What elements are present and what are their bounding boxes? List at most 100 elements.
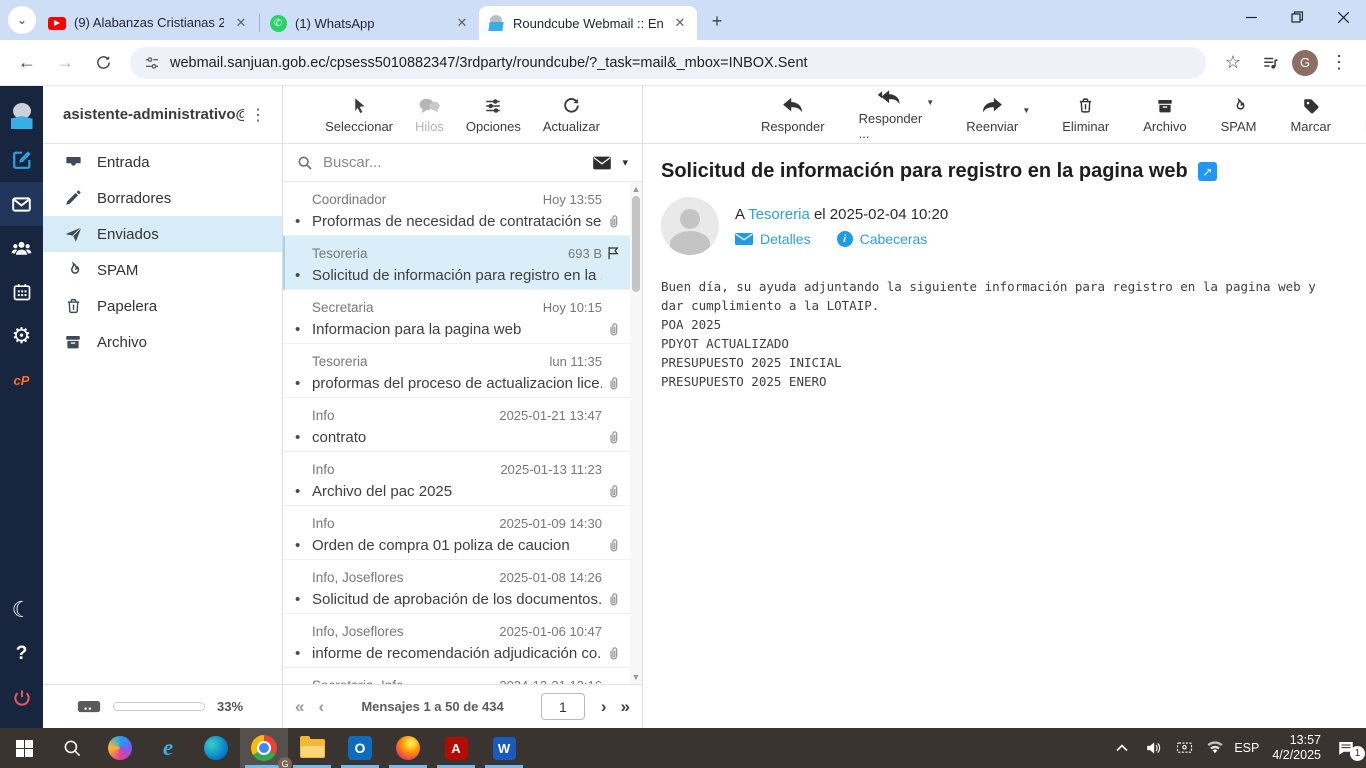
scrollbar-thumb[interactable] <box>632 196 640 292</box>
word-button[interactable]: W <box>480 728 528 768</box>
language-indicator[interactable]: ESP <box>1234 741 1259 755</box>
message-row[interactable]: Tesoreria lun 11:35 • proformas del proc… <box>283 344 630 398</box>
tab-whatsapp[interactable]: ✆ (1) WhatsApp ✕ <box>261 6 479 40</box>
page-number-input[interactable]: 1 <box>541 693 585 720</box>
quota-bar <box>113 702 205 711</box>
tab-youtube[interactable]: (9) Alabanzas Cristianas 2025 🙏 ✕ <box>40 6 258 40</box>
logout-button[interactable] <box>0 676 43 720</box>
refresh-button[interactable]: Actualizar <box>543 96 600 134</box>
message-row[interactable]: Coordinador Hoy 13:55 • Proformas de nec… <box>283 182 630 236</box>
tray-expand-icon[interactable] <box>1110 744 1134 752</box>
firefox-button[interactable] <box>384 728 432 768</box>
attachment-icon <box>602 591 624 608</box>
reload-button[interactable] <box>86 46 120 80</box>
site-settings-icon[interactable] <box>144 55 160 71</box>
tab-roundcube-active[interactable]: Roundcube Webmail :: Enviados ✕ <box>479 6 697 40</box>
compose-button[interactable] <box>0 138 43 182</box>
forward-button[interactable]: → <box>48 46 82 80</box>
message-row[interactable]: Tesoreria 693 B • Solicitud de informaci… <box>283 236 630 290</box>
open-in-new-window-icon[interactable]: ↗ <box>1198 162 1217 181</box>
restore-button[interactable] <box>1274 0 1320 34</box>
message-sender: Secretaria <box>295 300 543 315</box>
folder-entrada[interactable]: Entrada <box>43 144 282 180</box>
select-button[interactable]: Seleccionar <box>325 96 393 134</box>
folder-archivo[interactable]: Archivo <box>43 324 282 360</box>
cpanel-icon[interactable]: cP <box>0 358 43 402</box>
roundcube-logo[interactable] <box>0 94 43 138</box>
dark-mode-button[interactable]: ☾ <box>0 588 43 632</box>
profile-avatar[interactable]: G <box>1292 50 1318 76</box>
delete-button[interactable]: Eliminar <box>1062 96 1109 134</box>
list-scrollbar[interactable]: ▲ ▼ <box>630 182 642 684</box>
meet-now-icon[interactable] <box>1172 741 1196 755</box>
acrobat-button[interactable]: A <box>432 728 480 768</box>
scroll-down-icon[interactable]: ▼ <box>632 670 641 684</box>
taskbar-search-button[interactable] <box>48 728 96 768</box>
archive-button[interactable]: Archivo <box>1143 96 1186 134</box>
folder-papelera[interactable]: Papelera <box>43 288 282 324</box>
account-menu-icon[interactable]: ⋮ <box>244 101 272 129</box>
search-scope-icon[interactable] <box>592 155 612 171</box>
bookmark-star-icon[interactable]: ☆ <box>1216 46 1250 80</box>
message-row[interactable]: Info, Joseflores 2025-01-08 14:26 • Soli… <box>283 560 630 614</box>
start-button[interactable] <box>0 728 48 768</box>
forward-button[interactable]: Reenviar ▼ <box>966 96 1018 134</box>
tab-close-icon[interactable]: ✕ <box>453 14 471 32</box>
close-window-button[interactable] <box>1320 0 1366 34</box>
reply-all-dropdown-icon[interactable]: ▼ <box>926 98 934 107</box>
spam-button[interactable]: SPAM <box>1221 96 1257 134</box>
address-bar[interactable]: webmail.sanjuan.gob.ec/cpsess5010882347/… <box>130 47 1206 79</box>
folder-spam[interactable]: SPAM <box>43 252 282 288</box>
edge-icon[interactable] <box>192 728 240 768</box>
minimize-button[interactable] <box>1228 0 1274 34</box>
tab-close-icon[interactable]: ✕ <box>671 14 689 32</box>
forward-dropdown-icon[interactable]: ▼ <box>1022 106 1030 115</box>
chrome-taskbar-button[interactable]: G <box>240 728 288 768</box>
message-row[interactable]: Secretaria, Info 2024-12-31 12:16 • <box>283 668 630 684</box>
outlook-button[interactable]: O <box>336 728 384 768</box>
folder-borradores[interactable]: Borradores <box>43 180 282 216</box>
message-row[interactable]: Info, Joseflores 2025-01-06 10:47 • info… <box>283 614 630 668</box>
rail-contacts-button[interactable] <box>0 226 43 270</box>
copilot-icon[interactable] <box>96 728 144 768</box>
volume-icon[interactable] <box>1141 741 1165 755</box>
wifi-icon[interactable] <box>1203 741 1227 755</box>
message-row[interactable]: Info 2025-01-09 14:30 • Orden de compra … <box>283 506 630 560</box>
rail-calendar-button[interactable] <box>0 270 43 314</box>
tab-close-icon[interactable]: ✕ <box>232 14 250 32</box>
unread-dot-icon: • <box>295 591 312 608</box>
rail-mail-button[interactable] <box>0 182 43 226</box>
help-button[interactable]: ? <box>0 632 43 676</box>
new-tab-button[interactable]: + <box>703 7 731 35</box>
message-row[interactable]: Info 2025-01-21 13:47 • contrato <box>283 398 630 452</box>
threads-button[interactable]: Hilos <box>415 96 444 134</box>
search-options-chevron-icon[interactable]: ▾ <box>622 156 628 169</box>
first-page-button[interactable]: « <box>295 697 304 717</box>
internet-explorer-icon[interactable]: e <box>144 728 192 768</box>
reply-button[interactable]: Responder <box>761 96 825 134</box>
message-row[interactable]: Secretaria Hoy 10:15 • Informacion para … <box>283 290 630 344</box>
rail-settings-button[interactable]: ⚙ <box>0 314 43 358</box>
next-page-button[interactable]: › <box>601 697 607 717</box>
folder-enviados-selected[interactable]: Enviados <box>43 216 282 252</box>
clock[interactable]: 13:57 4/2/2025 <box>1266 733 1327 763</box>
file-explorer-button[interactable] <box>288 728 336 768</box>
unread-dot-icon: • <box>295 645 312 662</box>
mark-button[interactable]: Marcar <box>1290 96 1330 134</box>
details-link[interactable]: Detalles <box>735 231 811 247</box>
flag-icon[interactable] <box>602 245 624 261</box>
prev-page-button[interactable]: ‹ <box>318 697 324 717</box>
browser-menu-icon[interactable]: ⋮ <box>1322 46 1356 80</box>
media-control-icon[interactable] <box>1254 46 1288 80</box>
recipient-link[interactable]: Tesoreria <box>748 206 810 223</box>
notification-center-icon[interactable]: 1 <box>1334 740 1358 756</box>
tab-search-button[interactable]: ⌄ <box>8 6 36 34</box>
search-input[interactable] <box>323 154 582 171</box>
headers-link[interactable]: i Cabeceras <box>837 231 928 247</box>
back-button[interactable]: ← <box>10 46 44 80</box>
options-button[interactable]: Opciones <box>466 96 521 134</box>
last-page-button[interactable]: » <box>621 697 630 717</box>
message-row[interactable]: Info 2025-01-13 11:23 • Archivo del pac … <box>283 452 630 506</box>
reply-all-button[interactable]: Responder ... ▼ <box>859 88 923 141</box>
scroll-up-icon[interactable]: ▲ <box>632 182 641 196</box>
